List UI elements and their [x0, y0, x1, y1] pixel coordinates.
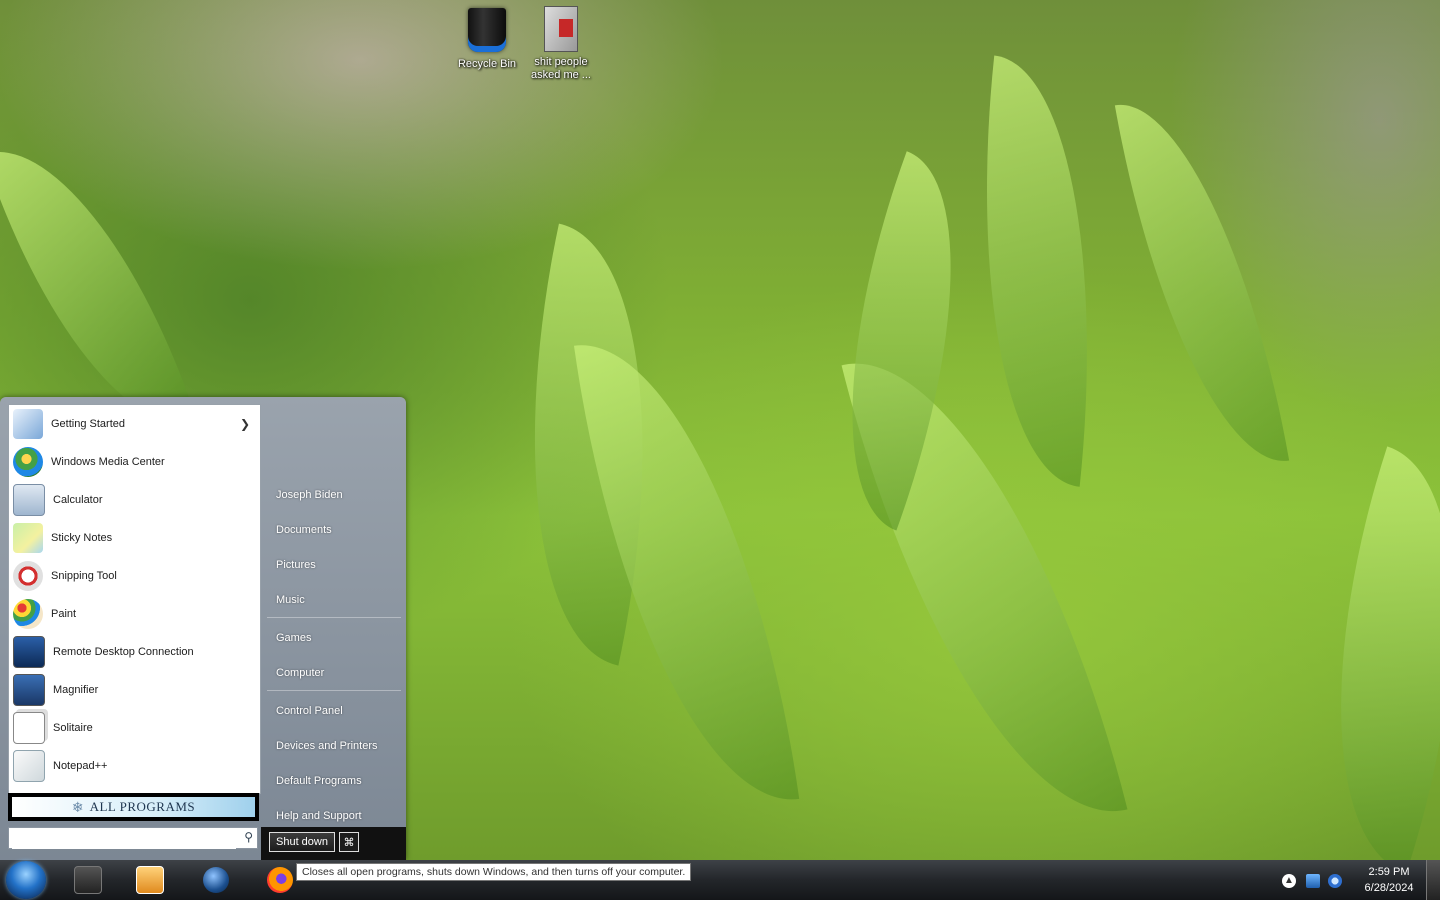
clock-time: 2:59 PM [1368, 866, 1410, 878]
program-label: Magnifier [53, 684, 99, 696]
program-solitaire[interactable]: Solitaire [9, 709, 260, 747]
media-player-icon [136, 866, 164, 894]
start-orb-button[interactable] [6, 861, 46, 899]
taskbar-pinned-media-player[interactable] [128, 862, 172, 898]
program-label: Paint [51, 608, 77, 620]
start-menu-programs-pane: Getting Started ❯ Windows Media Center C… [8, 404, 261, 794]
show-desktop-button[interactable] [1426, 860, 1440, 900]
program-label: Sticky Notes [51, 532, 113, 544]
program-magnifier[interactable]: Magnifier [9, 671, 260, 709]
program-label: Notepad++ [53, 760, 108, 772]
start-search-box[interactable]: ⚲ [8, 827, 258, 849]
program-snipping-tool[interactable]: Snipping Tool [9, 557, 260, 595]
wallpaper-leaf [1114, 86, 1290, 480]
desktop-icon-recycle-bin[interactable]: Recycle Bin [452, 4, 522, 71]
windows-media-center-icon [13, 447, 43, 477]
link-music[interactable]: Music [276, 594, 305, 606]
document-shortcut-icon [539, 6, 583, 54]
link-user[interactable]: Joseph Biden [276, 489, 343, 501]
program-remote-desktop[interactable]: Remote Desktop Connection [9, 633, 260, 671]
link-pictures[interactable]: Pictures [276, 559, 316, 571]
shutdown-tooltip: Closes all open programs, shuts down Win… [296, 863, 692, 881]
link-help-and-support[interactable]: Help and Support [276, 810, 362, 822]
magnifier-icon [13, 674, 45, 706]
globe-icon [203, 867, 229, 893]
taskbar-clock[interactable]: 2:59 PM 6/28/2024 [1356, 864, 1422, 896]
snowflake-icon: ❄ [71, 798, 84, 815]
taskbar-pinned-explorer[interactable] [66, 862, 110, 898]
program-getting-started[interactable]: Getting Started ❯ [9, 405, 260, 443]
remote-desktop-icon [13, 636, 45, 668]
paint-icon [13, 599, 43, 629]
desktop-icon-label: shit people asked me ... [531, 56, 591, 81]
link-default-programs[interactable]: Default Programs [276, 775, 362, 787]
program-paint[interactable]: Paint [9, 595, 260, 633]
recycle-bin-icon [465, 8, 509, 56]
program-label: Windows Media Center [51, 456, 165, 468]
separator [267, 690, 401, 691]
program-sticky-notes[interactable]: Sticky Notes [9, 519, 260, 557]
taskbar [0, 860, 1440, 900]
volume-icon[interactable] [1328, 874, 1342, 888]
file-explorer-icon [74, 866, 102, 894]
separator [267, 617, 401, 618]
clock-date: 6/28/2024 [1364, 882, 1414, 894]
link-devices-and-printers[interactable]: Devices and Printers [276, 740, 378, 752]
start-menu: Getting Started ❯ Windows Media Center C… [0, 397, 406, 860]
sticky-notes-icon [13, 523, 43, 553]
all-programs-button[interactable]: ❄ ALL PROGRAMS [8, 793, 259, 821]
wallpaper-leaf [950, 55, 1124, 487]
link-computer[interactable]: Computer [276, 667, 324, 679]
start-menu-places-pane: Joseph Biden Documents Pictures Music Ga… [261, 404, 404, 829]
wallpaper-leaf [1263, 446, 1440, 860]
network-icon[interactable] [1306, 874, 1320, 888]
chevron-up-icon[interactable]: ▲ [1282, 874, 1296, 888]
shutdown-strip: Shut down ⌘ [261, 827, 406, 860]
notepad-plus-plus-icon [13, 750, 45, 782]
program-label: Solitaire [53, 722, 93, 734]
link-documents[interactable]: Documents [276, 524, 332, 536]
calculator-icon [13, 484, 45, 516]
program-notepad-plus-plus[interactable]: Notepad++ [9, 747, 260, 785]
desktop-icon-shortcut[interactable]: shit people asked me ... [526, 4, 596, 82]
snipping-tool-icon [13, 561, 43, 591]
link-control-panel[interactable]: Control Panel [276, 705, 343, 717]
program-label: Snipping Tool [51, 570, 117, 582]
start-search-input[interactable] [12, 829, 236, 849]
link-games[interactable]: Games [276, 632, 311, 644]
program-windows-media-center[interactable]: Windows Media Center [9, 443, 260, 481]
program-calculator[interactable]: Calculator [9, 481, 260, 519]
desktop-icon-label: Recycle Bin [457, 58, 517, 70]
search-icon[interactable]: ⚲ [244, 830, 253, 844]
all-programs-label: ALL PROGRAMS [89, 799, 196, 814]
taskbar-pinned-browser[interactable] [194, 862, 238, 898]
program-label: Getting Started [51, 418, 125, 430]
solitaire-icon [13, 712, 45, 744]
getting-started-icon [13, 409, 43, 439]
chevron-right-icon: ❯ [239, 417, 250, 431]
shutdown-options-icon[interactable]: ⌘ [339, 832, 359, 852]
shutdown-button[interactable]: Shut down [269, 832, 335, 852]
program-label: Calculator [53, 494, 103, 506]
program-label: Remote Desktop Connection [53, 646, 194, 658]
firefox-icon [267, 867, 293, 893]
